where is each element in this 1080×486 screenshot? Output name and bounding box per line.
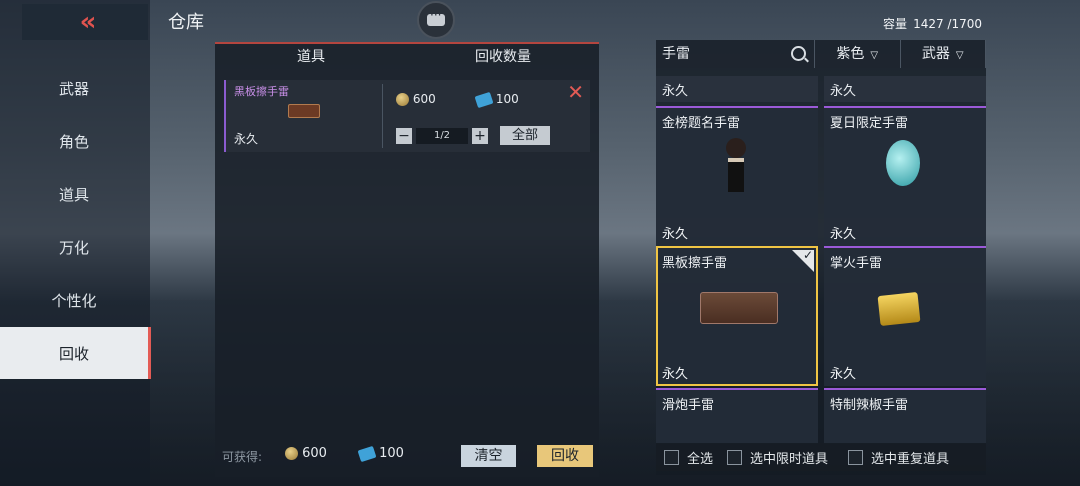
type-dropdown[interactable]: 武器 ▽ [901,40,986,68]
select-limited-label: 选中限时道具 [750,451,829,467]
select-all-checkbox[interactable] [664,449,679,465]
item-card-lighter[interactable]: 掌火手雷 永久 [824,246,986,386]
sidebar-item-personalize[interactable]: 个性化 [0,274,148,326]
character-figure-icon [724,138,748,196]
recycle-panel: 道具 回收数量 黑板擦手雷 永久 600 100 ✕ − 1/2 + 全部 可获… [215,42,599,477]
earn-tickets-value: 100 [379,446,404,461]
item-card-summer[interactable]: 夏日限定手雷 永久 [824,106,986,246]
back-chevron-icon: « [79,7,97,37]
remove-row-icon[interactable]: ✕ [567,80,584,104]
lighter-grenade-icon [877,291,921,327]
card-name: 掌火手雷 [830,256,883,271]
row-tickets: 100 [474,91,519,108]
recycle-row: 黑板擦手雷 永久 600 100 ✕ − 1/2 + 全部 [224,80,590,152]
strip-term: 永久 [662,84,689,99]
chevron-down-icon: ▽ [955,50,964,61]
back-button[interactable]: « [22,4,148,40]
card-name: 滑炮手雷 [662,398,715,413]
filter-bar: 手雷 紫色 ▽ 武器 ▽ [656,40,986,68]
col-qty-header: 回收数量 [475,49,531,65]
row-coins: 600 [396,92,436,106]
grenade-icon [886,140,920,186]
sidebar-item-recycle[interactable]: 回收 [0,327,151,379]
earn-label: 可获得: [222,450,263,464]
row-coins-value: 600 [412,92,436,106]
card-name: 黑板擦手雷 [662,256,728,271]
card-name: 金榜题名手雷 [662,116,741,131]
top-strip-left: 永久 [656,76,818,102]
chat-button[interactable] [417,1,455,39]
qty-value: 1/2 [416,128,468,144]
sidebar-item-wanhua[interactable]: 万化 [0,221,148,273]
chevron-down-icon: ▽ [870,50,879,61]
sidebar-item-characters[interactable]: 角色 [0,115,148,167]
card-term: 永久 [830,367,857,382]
earn-coins-value: 600 [302,446,327,461]
sidebar: « 武器 角色 道具 万化 个性化 回收 [0,0,151,486]
capacity-value: 1427 /1700 [913,17,982,31]
card-name: 特制辣椒手雷 [830,398,909,413]
chat-icon [427,8,445,26]
strip-term: 永久 [830,84,857,99]
recycle-item-term: 永久 [234,132,259,146]
earn-tickets: 100 [357,445,404,462]
recycle-header: 道具 回收数量 [215,44,599,70]
capacity-label: 容量 [883,17,908,31]
coin-icon [396,93,409,106]
capacity-readout: 容量 1427 /1700 [883,15,982,32]
item-card-eraser[interactable]: 黑板擦手雷 永久 [656,246,818,386]
select-dup-label: 选中重复道具 [871,451,950,467]
item-card-jinbang[interactable]: 金榜题名手雷 永久 [656,106,818,246]
search-value: 手雷 [662,46,690,62]
card-term: 永久 [662,367,689,382]
eraser-grenade-icon [288,104,320,118]
select-all-label: 全选 [687,451,714,467]
quality-dropdown[interactable]: 紫色 ▽ [815,40,901,68]
item-card-chili[interactable]: 特制辣椒手雷 [824,388,986,444]
search-icon[interactable] [791,46,807,61]
selection-bar: 全选 选中限时道具 选中重复道具 [656,443,986,471]
recycle-item-name: 黑板擦手雷 [234,85,289,98]
search-input[interactable]: 手雷 [656,40,816,68]
card-term: 永久 [830,227,857,242]
page-title: 仓库 [168,12,204,33]
sidebar-item-weapons[interactable]: 武器 [0,62,148,114]
qty-decrement-button[interactable]: − [396,128,412,144]
item-card-hua[interactable]: 滑炮手雷 [656,388,818,444]
type-value: 武器 [921,46,950,62]
clear-button[interactable]: 清空 [461,445,516,467]
sidebar-item-items[interactable]: 道具 [0,168,148,220]
select-limited-checkbox[interactable] [727,449,743,465]
quality-value: 紫色 [836,46,865,62]
coin-icon [285,447,298,460]
selected-check-icon [792,250,814,272]
top-strip-right: 永久 [824,76,986,102]
row-tickets-value: 100 [495,92,519,106]
qty-all-button[interactable]: 全部 [500,126,550,145]
row-divider [382,84,383,148]
col-item-header: 道具 [297,49,325,65]
card-name: 夏日限定手雷 [830,116,909,131]
ticket-icon [357,445,377,462]
qty-increment-button[interactable]: + [472,128,488,144]
ticket-icon [474,91,494,108]
card-term: 永久 [662,227,689,242]
earn-coins: 600 [285,446,327,461]
item-browser: 手雷 紫色 ▽ 武器 ▽ 永久 永久 金榜题名手雷 永久 夏日限定手雷 永久 黑板擦… [656,40,986,475]
recycle-button[interactable]: 回收 [537,445,593,467]
eraser-grenade-icon [700,292,778,324]
select-dup-checkbox[interactable] [848,449,864,465]
